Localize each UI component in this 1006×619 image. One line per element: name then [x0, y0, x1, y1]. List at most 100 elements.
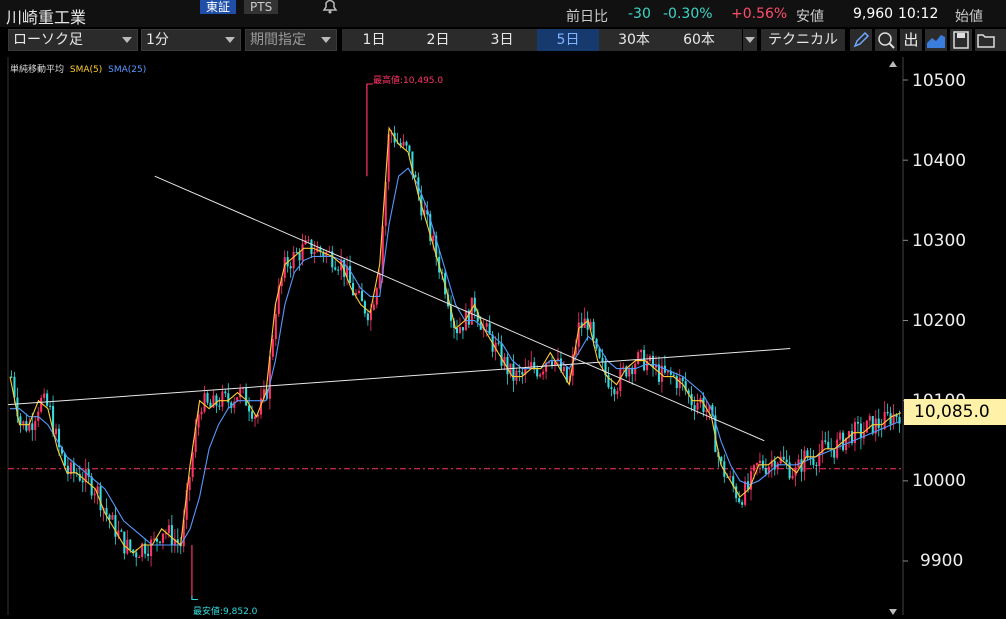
candle-body: [785, 459, 788, 463]
candle-body: [200, 411, 203, 415]
candle-body: [738, 498, 741, 503]
candle-body: [681, 377, 684, 382]
period-more-dropdown[interactable]: [743, 29, 757, 51]
range-value: 期間指定: [250, 32, 306, 48]
candle-body: [752, 465, 756, 472]
candle-body: [54, 428, 58, 435]
sma5-line: [9, 126, 902, 554]
bell-icon[interactable]: [318, 0, 342, 18]
candle-body: [126, 539, 129, 554]
scroll-down-icon: [889, 609, 897, 615]
period-30bars[interactable]: 30本: [602, 29, 666, 51]
candle-body: [666, 370, 669, 373]
candle-body: [601, 357, 604, 362]
change-percent: -0.30%: [663, 6, 713, 22]
candle-body: [651, 355, 655, 368]
candle-body: [414, 174, 417, 178]
candle-body: [253, 416, 257, 419]
low-annotation: 最安値:9,852.0: [193, 607, 258, 617]
candle-body: [610, 387, 613, 389]
candle-body: [824, 440, 827, 442]
low-price: 9,960: [853, 6, 894, 22]
chevron-down-icon: [225, 37, 235, 43]
candle-body: [25, 421, 28, 431]
area-chart-button[interactable]: [925, 29, 947, 51]
candle-body: [461, 327, 464, 331]
candle-body: [31, 423, 34, 430]
chart-toolbar: ローソク足 1分 期間指定 1日 2日 3日 5日 30本 60本 テクニカル …: [0, 27, 1006, 53]
volume-button[interactable]: 出: [900, 29, 922, 51]
save-button[interactable]: [950, 29, 972, 51]
draw-pen-button[interactable]: [850, 29, 872, 51]
pen-icon: [853, 31, 870, 48]
period-1d[interactable]: 1日: [342, 29, 406, 51]
candle-body: [827, 441, 830, 449]
header-bar: 川崎重工業 東証 PTS 前日比 -30 -0.30% +0.56% 安値 9,…: [0, 0, 1006, 27]
price-chart[interactable]: [0, 53, 1006, 619]
zoom-button[interactable]: [875, 29, 897, 51]
market-tab-tse[interactable]: 東証: [200, 0, 237, 14]
candle-body: [310, 239, 313, 255]
candle-body: [289, 266, 292, 269]
candle-body: [539, 374, 542, 377]
candle-body: [153, 538, 156, 540]
candle-body: [43, 393, 46, 398]
candle-body: [40, 397, 43, 412]
period-2d[interactable]: 2日: [406, 29, 470, 51]
market-tab-pts[interactable]: PTS: [244, 0, 279, 14]
technical-button[interactable]: テクニカル: [761, 29, 845, 51]
candle-body: [158, 541, 162, 543]
folder-button[interactable]: [975, 29, 1006, 51]
candle-body: [147, 553, 150, 557]
candle-body: [696, 402, 699, 410]
candle-body: [758, 460, 761, 464]
y-tick-label: 10300: [912, 231, 967, 251]
candle-body: [812, 458, 815, 465]
candle-body: [135, 552, 138, 558]
candle-body: [170, 525, 173, 546]
candle-body: [372, 304, 375, 310]
area-chart-icon: [927, 35, 945, 48]
candle-body: [616, 391, 619, 395]
period-5d[interactable]: 5日: [537, 29, 599, 51]
candle-body: [203, 393, 206, 412]
legend-title: 単純移動平均: [10, 65, 65, 75]
scroll-up-icon: [889, 61, 897, 67]
candle-body: [408, 145, 411, 152]
candle-body: [886, 411, 889, 414]
candle-body: [550, 361, 554, 366]
legend-sma5: SMA(5): [69, 65, 103, 75]
candle-body: [675, 375, 678, 389]
range-select[interactable]: 期間指定: [245, 29, 337, 51]
candle-body: [72, 462, 75, 473]
high-percent: +0.56%: [731, 6, 788, 22]
candle-body: [889, 413, 892, 425]
candle-body: [123, 531, 126, 554]
candle-body: [129, 539, 132, 550]
candle-body: [764, 468, 767, 474]
sma25-line: [10, 167, 902, 546]
candle-body: [334, 267, 337, 270]
candle-body: [93, 493, 96, 496]
candle-body: [741, 502, 744, 505]
indicator-legend: 単純移動平均 SMA(5) SMA(25): [10, 62, 149, 75]
candle-body: [506, 356, 509, 375]
chart-type-select[interactable]: ローソク足: [8, 29, 138, 51]
candle-body: [360, 290, 363, 302]
y-tick-label: 10000: [912, 471, 967, 491]
period-60bars[interactable]: 60本: [666, 29, 732, 51]
interval-select[interactable]: 1分: [141, 29, 241, 51]
period-3d[interactable]: 3日: [470, 29, 534, 51]
candle-body: [859, 423, 862, 439]
candle-body: [542, 371, 545, 375]
candle-body: [833, 449, 836, 458]
chevron-down-icon: [122, 37, 132, 43]
candle-body: [815, 464, 818, 467]
low-label: 安値: [796, 9, 824, 25]
candle-body: [536, 369, 539, 377]
candle-body: [167, 525, 170, 534]
candle-body: [640, 349, 643, 353]
candle-body: [298, 252, 301, 261]
candle-body: [349, 265, 352, 283]
candle-body: [271, 338, 274, 357]
